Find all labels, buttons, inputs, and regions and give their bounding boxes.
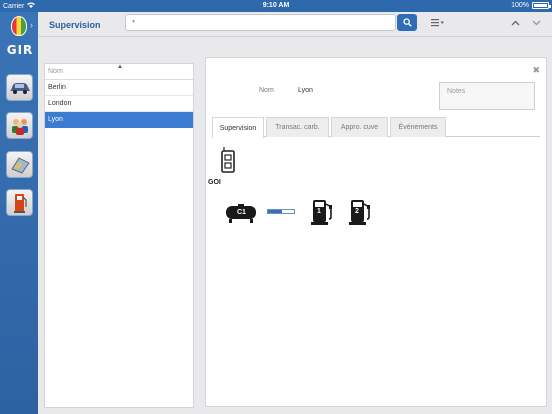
rail-vehicles-button[interactable] [6,74,33,101]
app-logo[interactable]: › GIR [3,14,37,60]
device-label: GOI [208,179,221,186]
tank-level-fill [268,210,283,213]
list-menu-icon [431,19,444,27]
search-button[interactable] [397,14,417,31]
column-header-label: Nom [48,68,63,75]
name-label: Nom [259,87,274,94]
search-box[interactable]: ▼ [125,14,396,31]
battery-icon [532,2,551,9]
next-record-button[interactable] [530,16,542,30]
clock: 9:10 AM [262,2,290,9]
pump-2-icon[interactable] [349,197,373,225]
battery-percent: 100% [511,2,529,9]
tab-fuel-transactions[interactable]: Transac. carb. [266,117,329,137]
list-item-selected[interactable]: Lyon [45,112,193,128]
status-bar: Carrier 9:10 AM 100% [0,0,552,12]
tank-level-gauge [267,209,295,214]
previous-record-button[interactable] [509,16,521,30]
site-list: Nom ▲ Berlin London Lyon [44,63,194,408]
list-item-label: Berlin [48,84,66,91]
name-value: Lyon [298,87,313,94]
list-item[interactable]: London [45,96,193,112]
chevron-right-icon: › [30,20,33,30]
tab-supervision[interactable]: Supervision [212,117,264,138]
detail-tabs: Supervision Transac. carb. Appro. cuve É… [212,117,540,138]
logo-text: GIR [6,43,34,57]
top-bar: Supervision ▼ [38,12,552,37]
chevron-down-icon [532,20,540,26]
tab-events[interactable]: Événements [390,117,446,137]
terminal-device-icon[interactable] [220,147,236,173]
close-icon[interactable]: ✖ [532,65,540,76]
card-reader-icon [10,156,30,173]
balloon-icon [11,16,27,36]
list-column-header[interactable]: Nom ▲ [45,64,193,80]
tank-label: C1 [237,209,246,216]
list-item-label: London [48,100,72,107]
list-item-label: Lyon [48,116,63,123]
chevron-up-icon [511,20,519,26]
pump-number: 1 [317,208,321,215]
notes-placeholder: Notes [447,88,466,95]
page-title: Supervision [49,20,101,30]
car-icon [9,82,30,94]
pump-1-icon[interactable] [311,197,335,225]
detail-panel: ✖ Nom Lyon Notes Supervision Transac. ca… [205,57,547,407]
notes-field[interactable]: Notes [439,82,535,110]
search-input[interactable] [140,17,390,29]
tab-tank-supply[interactable]: Appro. cuve [331,117,388,137]
rail-pumps-button[interactable] [6,189,33,216]
sort-ascending-icon[interactable]: ▲ [117,64,123,70]
app-rail: › GIR [0,12,38,414]
fuel-pump-icon [13,193,26,213]
search-icon [402,18,412,27]
pump-number: 2 [355,208,359,215]
list-item[interactable]: Berlin [45,80,193,96]
list-menu-button[interactable] [430,17,446,29]
search-dropdown-icon[interactable]: ▼ [131,19,136,25]
users-icon [11,118,28,135]
rail-cards-button[interactable] [6,151,33,178]
rail-users-button[interactable] [6,112,33,139]
